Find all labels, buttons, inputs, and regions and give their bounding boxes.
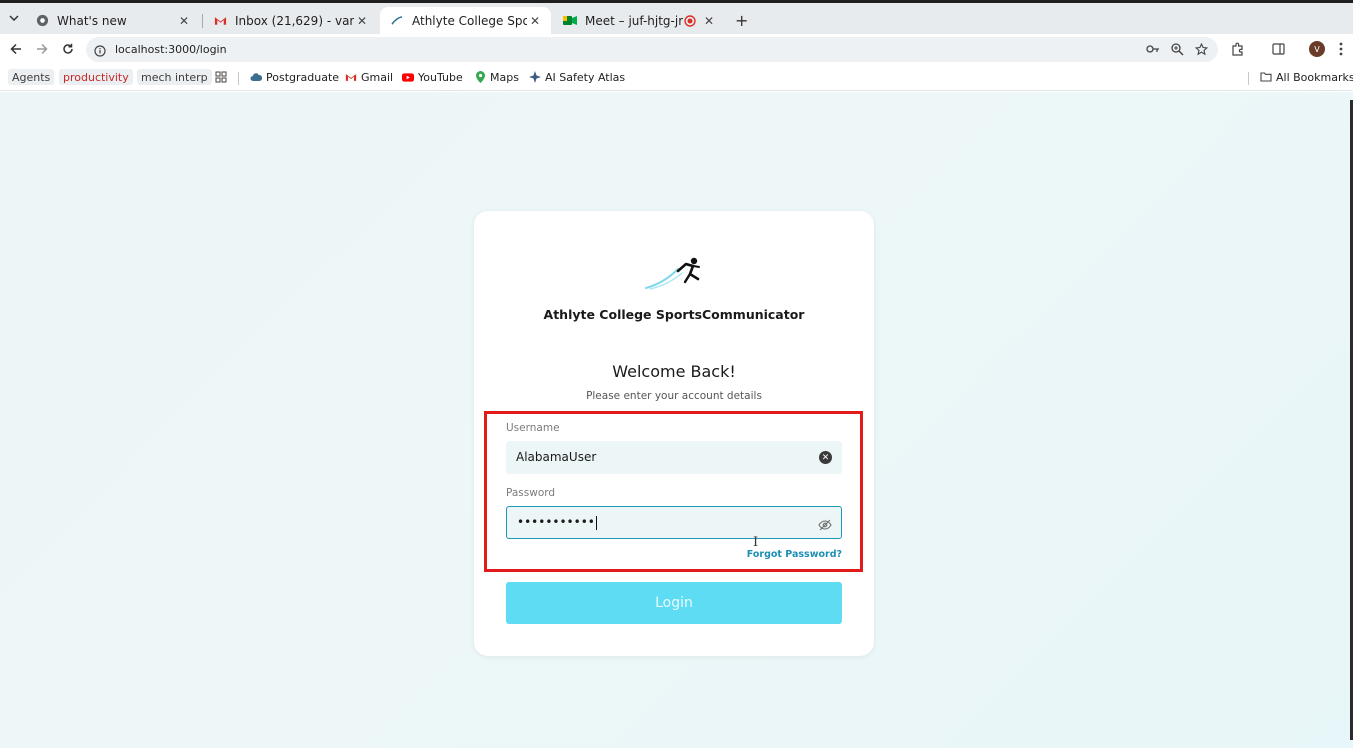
new-tab-icon[interactable]: + <box>735 11 748 30</box>
bookmark-label: AI Safety Atlas <box>545 70 626 84</box>
chrome-icon <box>35 14 49 28</box>
username-field[interactable]: AlabamaUser ✕ <box>506 441 842 474</box>
cloud-icon <box>250 71 262 83</box>
bookmark-label: YouTube <box>418 70 463 84</box>
tab-title: Athlyte College Sports C <box>412 13 527 28</box>
app-name: Athlyte College SportsCommunicator <box>543 307 805 322</box>
password-value: ••••••••••• <box>517 515 597 530</box>
browser-toolbar: localhost:3000/login V <box>0 34 1353 64</box>
athlyte-icon <box>390 14 404 28</box>
tab-whats-new[interactable]: What's new ✕ <box>25 7 200 34</box>
login-button[interactable]: Login <box>506 582 842 624</box>
meet-icon <box>563 14 577 28</box>
welcome-heading: Welcome Back! <box>612 362 736 381</box>
text-caret <box>595 515 597 530</box>
gmail-icon <box>213 14 227 28</box>
login-card: Athlyte College SportsCommunicator Welco… <box>474 211 874 656</box>
bookmark-agents[interactable]: Agents <box>8 69 55 85</box>
clear-input-icon[interactable]: ✕ <box>819 451 832 464</box>
tab-title: Meet – juf-hjtg-jms <box>585 13 683 28</box>
tab-gmail-inbox[interactable]: Inbox (21,629) - vanshna ✕ <box>203 7 378 34</box>
site-info-icon[interactable] <box>94 42 106 61</box>
url-text: localhost:3000/login <box>115 43 227 56</box>
bookmark-mech-interp[interactable]: mech interp <box>137 69 212 85</box>
youtube-icon <box>402 71 414 83</box>
profile-avatar[interactable]: V <box>1309 41 1325 57</box>
bookmark-separator <box>238 72 239 85</box>
apps-grid-icon[interactable] <box>215 69 227 85</box>
forward-icon[interactable] <box>34 41 50 57</box>
tab-strip: What's new ✕ Inbox (21,629) - vanshna ✕ … <box>0 0 1353 34</box>
gmail-icon <box>345 71 357 83</box>
bookmark-label: Maps <box>490 70 519 84</box>
bookmarks-bar: Agents productivity mech interp Postgrad… <box>0 64 1353 91</box>
bookmark-star-icon[interactable] <box>1194 42 1208 56</box>
bookmark-maps[interactable]: Maps <box>474 69 519 85</box>
all-bookmarks-label: All Bookmarks <box>1276 70 1353 84</box>
password-key-icon[interactable] <box>1146 42 1160 56</box>
reload-icon[interactable] <box>60 41 76 57</box>
forgot-password-link[interactable]: Forgot Password? <box>747 549 842 560</box>
welcome-subtitle: Please enter your account details <box>586 390 762 402</box>
bookmark-separator <box>1248 72 1249 85</box>
all-bookmarks[interactable]: All Bookmarks <box>1260 69 1353 85</box>
tab-title: What's new <box>57 13 127 28</box>
bookmark-productivity[interactable]: productivity <box>59 69 133 85</box>
maps-icon <box>474 71 486 83</box>
close-icon[interactable]: ✕ <box>354 14 370 28</box>
extensions-icon[interactable] <box>1230 41 1246 57</box>
username-label: Username <box>506 422 560 434</box>
side-panel-icon[interactable] <box>1270 41 1286 57</box>
bookmark-ai-safety-atlas[interactable]: AI Safety Atlas <box>529 69 625 85</box>
more-menu-icon[interactable] <box>1333 41 1349 57</box>
zoom-icon[interactable] <box>1170 42 1184 56</box>
tab-meet[interactable]: Meet – juf-hjtg-jms ✕ <box>553 7 725 34</box>
recording-icon <box>683 14 697 28</box>
bookmark-gmail[interactable]: Gmail <box>345 69 393 85</box>
address-bar[interactable]: localhost:3000/login <box>86 37 1218 62</box>
tab-title: Inbox (21,629) - vanshna <box>235 13 354 28</box>
close-icon[interactable]: ✕ <box>527 14 543 28</box>
bookmark-label: Postgraduate <box>266 70 340 84</box>
bookmark-label: Gmail <box>361 70 394 84</box>
hide-password-icon[interactable] <box>818 517 832 531</box>
folder-icon <box>1260 71 1272 83</box>
tab-athlyte[interactable]: Athlyte College Sports C ✕ <box>380 7 551 34</box>
bookmark-postgraduate[interactable]: Postgraduate <box>250 69 339 85</box>
login-page: Athlyte College SportsCommunicator Welco… <box>0 92 1353 748</box>
atlas-icon <box>529 71 541 83</box>
mouse-text-cursor: I <box>753 535 759 550</box>
password-field[interactable]: ••••••••••• <box>506 506 842 539</box>
bookmark-youtube[interactable]: YouTube <box>402 69 463 85</box>
close-icon[interactable]: ✕ <box>701 14 717 28</box>
close-icon[interactable]: ✕ <box>176 14 192 28</box>
username-value: AlabamaUser <box>516 450 597 464</box>
back-icon[interactable] <box>8 41 24 57</box>
tab-search-menu-icon[interactable] <box>6 10 22 26</box>
athlyte-logo <box>644 253 706 293</box>
password-label: Password <box>506 487 556 499</box>
